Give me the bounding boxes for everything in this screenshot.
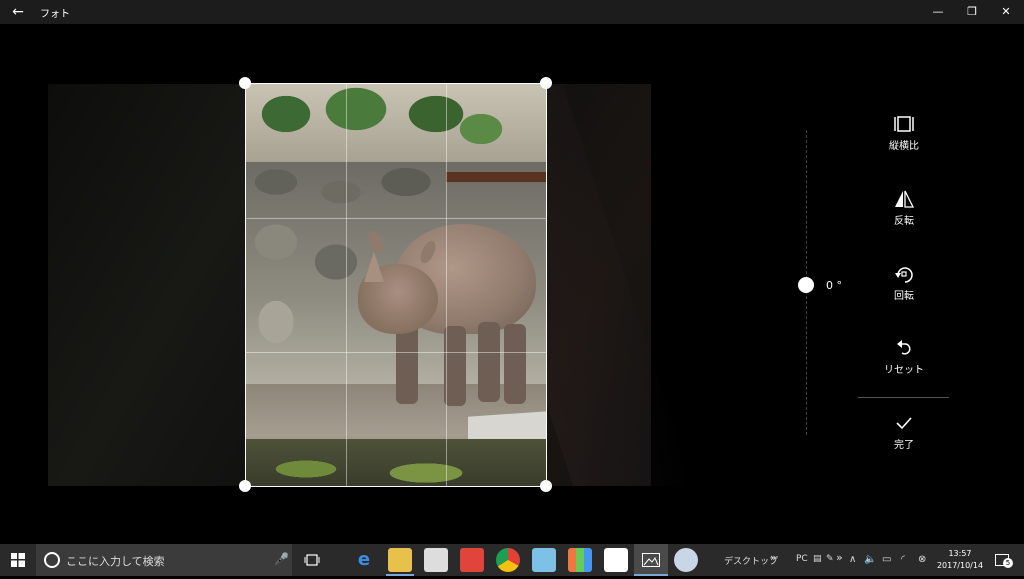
volume-icon[interactable]: 🔈 bbox=[864, 554, 876, 565]
network-drive-icon[interactable]: ▤ bbox=[813, 554, 822, 564]
mail-icon[interactable] bbox=[604, 548, 628, 572]
edge-browser-icon[interactable]: e bbox=[352, 548, 376, 572]
reset-label: リセット bbox=[884, 365, 924, 376]
straighten-angle-label: 0 ° bbox=[826, 279, 842, 292]
edit-canvas: 0 ° 縦横比 反転 回転 リセット 完了 bbox=[0, 0, 1024, 544]
toolbar-divider bbox=[858, 397, 949, 398]
clock-date: 2017/10/14 bbox=[936, 561, 984, 570]
undo-icon bbox=[862, 339, 946, 359]
done-button[interactable]: 完了 bbox=[862, 414, 946, 451]
chevron-right-icon[interactable]: » bbox=[770, 551, 777, 564]
microphone-icon[interactable]: 🎤 bbox=[274, 552, 289, 566]
crop-handle-bottom-right[interactable] bbox=[540, 480, 552, 492]
battery-icon[interactable]: ▭ bbox=[882, 554, 891, 565]
photos-app-icon[interactable] bbox=[634, 544, 668, 576]
paint-icon[interactable] bbox=[674, 548, 698, 572]
straighten-slider-knob[interactable] bbox=[798, 277, 814, 293]
app-red-icon[interactable] bbox=[460, 548, 484, 572]
photo-crop-area[interactable] bbox=[246, 84, 546, 486]
crop-handle-top-right[interactable] bbox=[540, 77, 552, 89]
file-explorer-icon[interactable] bbox=[388, 548, 412, 572]
taskbar-search-box[interactable]: ここに入力して検索 🎤 bbox=[36, 544, 292, 576]
aspect-ratio-icon bbox=[862, 115, 946, 135]
pc-toolbar-label[interactable]: PC bbox=[796, 554, 808, 564]
crop-handle-top-left[interactable] bbox=[239, 77, 251, 89]
clock-time: 13:57 bbox=[948, 549, 972, 558]
windows-logo-icon bbox=[11, 553, 25, 567]
aspect-ratio-button[interactable]: 縦横比 bbox=[862, 115, 946, 152]
notification-badge: 5 bbox=[1003, 558, 1013, 568]
checkmark-icon bbox=[862, 414, 946, 434]
taskbar: ここに入力して検索 🎤 e デスクトップ » PC ▤ ✎ » ∧ 🔈 ▭ ◜ … bbox=[0, 544, 1024, 576]
chrome-icon[interactable] bbox=[496, 548, 520, 572]
flip-button[interactable]: 反転 bbox=[862, 190, 946, 227]
rotate-button[interactable]: 回転 bbox=[862, 265, 946, 302]
cortana-icon bbox=[44, 552, 60, 568]
start-button[interactable] bbox=[0, 544, 36, 576]
action-center-icon[interactable]: 5 bbox=[990, 544, 1014, 576]
clock[interactable]: 13:57 2017/10/14 bbox=[936, 548, 984, 572]
rotate-label: 回転 bbox=[894, 291, 914, 302]
rhino-photo bbox=[246, 84, 546, 486]
chevron-up-icon[interactable]: ∧ bbox=[849, 554, 856, 565]
search-placeholder: ここに入力して検索 bbox=[66, 555, 165, 568]
wifi-icon[interactable]: ◜ bbox=[901, 554, 905, 565]
flip-icon bbox=[862, 190, 946, 210]
task-view-icon[interactable] bbox=[300, 544, 324, 576]
store-icon[interactable] bbox=[424, 548, 448, 572]
close-circle-icon[interactable]: ⊗ bbox=[918, 554, 926, 565]
pen-icon[interactable]: ✎ bbox=[826, 554, 834, 564]
done-label: 完了 bbox=[894, 440, 914, 451]
reset-button[interactable]: リセット bbox=[862, 339, 946, 376]
app-grid-icon[interactable] bbox=[568, 548, 592, 572]
crop-handle-bottom-left[interactable] bbox=[239, 480, 251, 492]
notepad-icon[interactable] bbox=[532, 548, 556, 572]
chevron-right-icon[interactable]: » bbox=[836, 551, 843, 564]
flip-label: 反転 bbox=[894, 216, 914, 227]
aspect-ratio-label: 縦横比 bbox=[889, 141, 919, 152]
rotate-icon bbox=[862, 265, 946, 285]
